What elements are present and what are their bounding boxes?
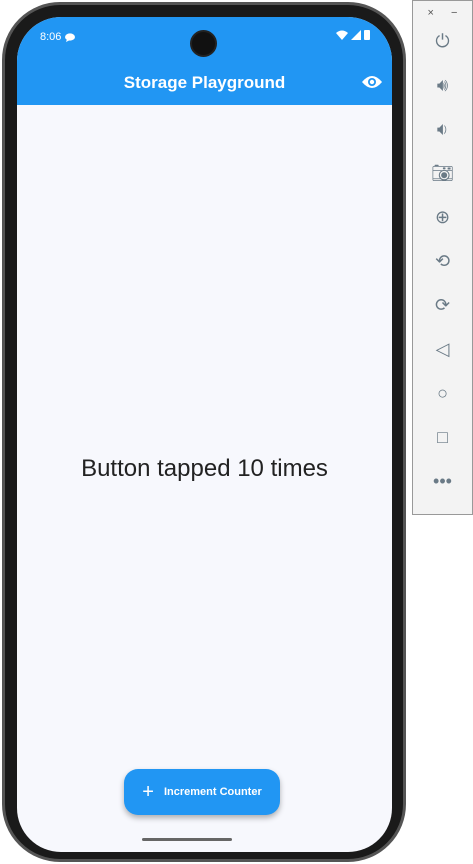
status-bar-left: 8:06 [40,31,76,43]
home-icon[interactable]: ○ [413,371,472,415]
camera-icon[interactable]: 📷︎ [413,151,472,195]
increment-counter-button[interactable]: + Increment Counter [124,769,280,815]
zoom-in-icon[interactable]: ⊕ [413,195,472,239]
status-time: 8:06 [40,31,62,43]
close-button[interactable]: × [428,7,434,19]
more-icon[interactable]: ••• [413,459,472,503]
plus-icon: + [142,780,154,803]
counter-text: Button tapped 10 times [81,455,328,482]
app-bar: 8:06 Storage Playground [17,17,392,105]
back-icon[interactable]: ◁ [413,327,472,371]
rotate-left-icon[interactable]: ⟲ [413,239,472,283]
volume-up-icon[interactable]: 🔊︎ [413,63,472,107]
device-screen: 8:06 Storage Playground Button tapped 10… [17,17,392,852]
minimize-button[interactable]: − [451,7,457,19]
wifi-icon [336,30,348,40]
eye-icon[interactable] [362,75,382,89]
emulator-controls: × − ⏻ 🔊︎ 🔉︎ 📷︎ ⊕ ⟲ ⟳ ◁ ○ □ ••• [412,0,473,515]
volume-down-icon[interactable]: 🔉︎ [413,107,472,151]
increment-counter-label: Increment Counter [163,786,262,798]
power-icon[interactable]: ⏻ [413,19,472,63]
battery-icon [364,30,370,40]
message-icon [65,32,76,42]
home-indicator[interactable] [142,838,232,841]
signal-icon [351,29,361,40]
status-bar-right [336,29,370,40]
rotate-right-icon[interactable]: ⟳ [413,283,472,327]
page-title: Storage Playground [123,73,286,92]
camera-cutout [190,30,217,57]
overview-icon[interactable]: □ [413,415,472,459]
